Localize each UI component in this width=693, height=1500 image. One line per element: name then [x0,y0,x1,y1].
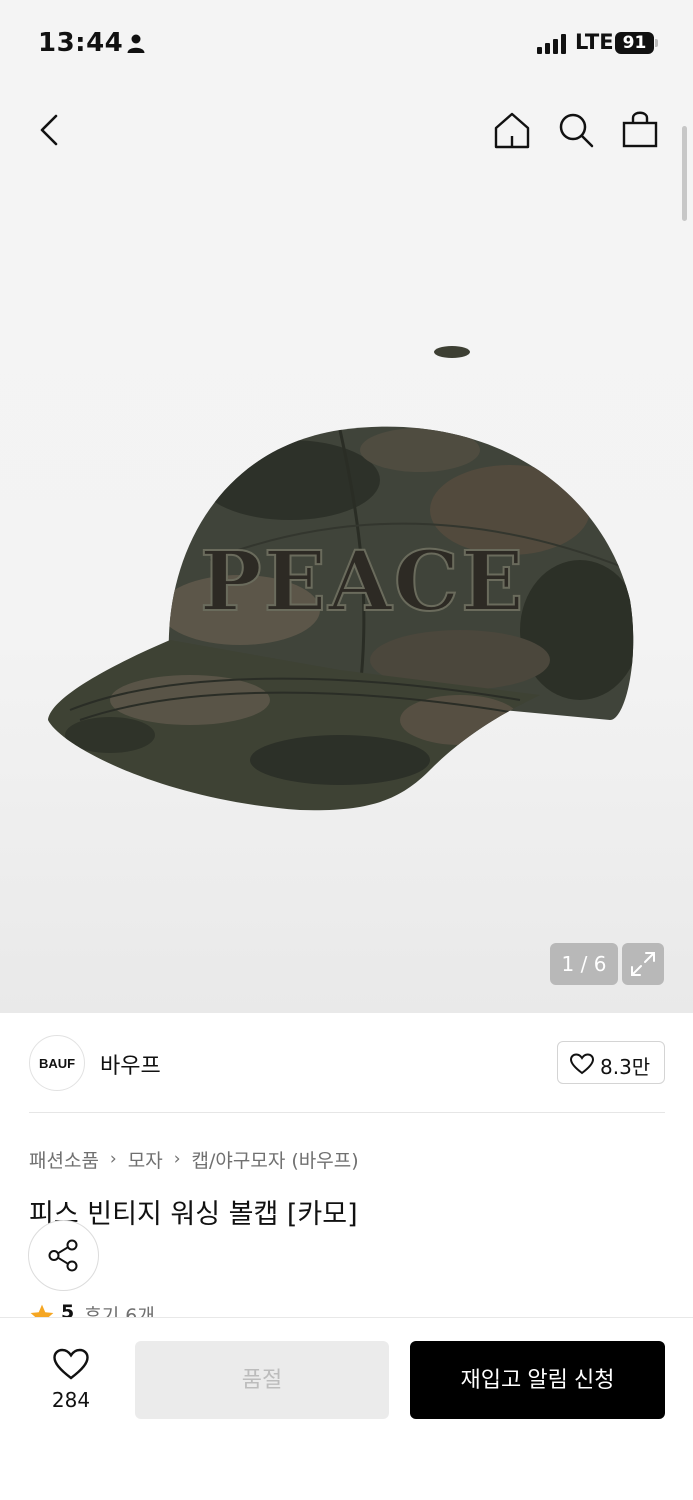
breadcrumb-item[interactable]: 모자 [128,1146,163,1173]
svg-text:PEACE: PEACE [200,534,526,630]
network-type: LTE [575,30,614,54]
breadcrumb-item[interactable]: 패션소품 [29,1146,99,1173]
expand-icon [631,952,655,976]
heart-icon [53,1348,89,1380]
battery-icon: 91 [615,32,659,56]
brand-row[interactable]: BAUF 바우프 8.3만 [0,1013,693,1113]
status-time: 13:44 [38,28,124,58]
person-icon [127,34,145,53]
search-icon[interactable] [554,108,598,152]
wishlist-button[interactable]: 284 [40,1348,102,1418]
brand-name[interactable]: 바우프 [100,1048,161,1080]
product-image: PEACE [48,346,634,811]
restock-alert-button[interactable]: 재입고 알림 신청 [410,1341,665,1419]
signal-icon [537,34,566,54]
product-gallery[interactable]: PEACE 1 / 6 [0,90,693,1013]
peace-patch: PEACE [199,533,526,631]
battery-level: 91 [615,32,654,54]
soldout-button[interactable]: 품절 [135,1341,389,1419]
status-bar: 13:44 LTE 91 [0,0,693,90]
share-button[interactable] [28,1220,99,1291]
bottom-action-bar: 284 품절 재입고 알림 신청 [0,1317,693,1500]
image-counter: 1 / 6 [550,943,618,985]
chevron-right-icon: › [109,1149,117,1169]
shopping-bag-icon[interactable] [618,108,662,152]
wishlist-count: 284 [51,1388,91,1412]
divider [29,1112,665,1113]
scrollbar[interactable] [682,126,687,221]
brand-like-button[interactable]: 8.3만 [557,1041,665,1084]
breadcrumb-item[interactable]: 캡/야구모자 (바우프) [192,1146,359,1173]
chevron-right-icon: › [173,1149,181,1169]
expand-button[interactable] [622,943,664,985]
share-icon [48,1239,78,1272]
back-arrow-icon[interactable] [28,108,72,152]
heart-icon [570,1053,594,1075]
home-icon[interactable] [490,108,534,152]
brand-logo[interactable]: BAUF [29,1035,85,1091]
breadcrumb: 패션소품 › 모자 › 캡/야구모자 (바우프) [29,1145,359,1173]
brand-like-count: 8.3만 [600,1055,651,1079]
